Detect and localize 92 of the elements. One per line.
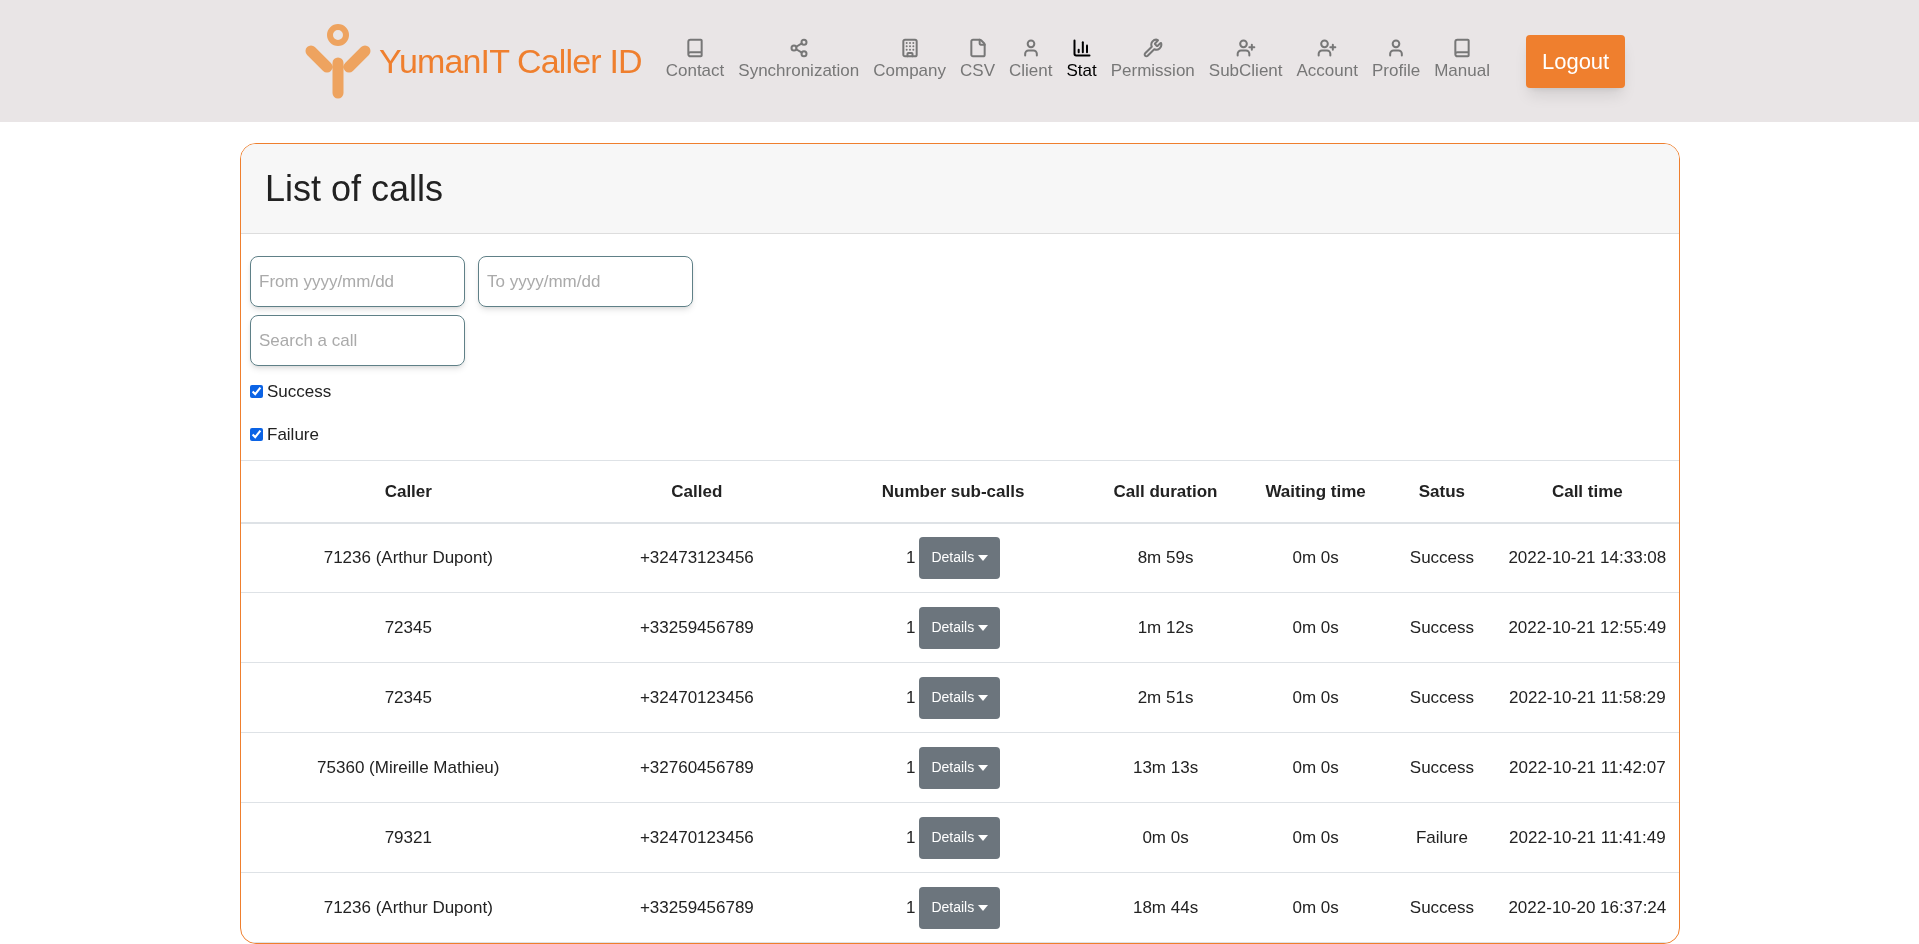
nav-link[interactable]: Synchronization xyxy=(738,38,860,84)
user-plus-icon xyxy=(1235,38,1256,59)
table-cell: Failure xyxy=(1388,802,1496,873)
table-cell: 0m 0s xyxy=(1243,802,1389,873)
table-cell: 75360 (Mireille Mathieu) xyxy=(241,732,576,803)
from-date-field[interactable]: From yyyy/mm/dd xyxy=(250,256,465,307)
details-button[interactable]: Details xyxy=(919,606,1001,649)
details-button[interactable]: Details xyxy=(919,676,1001,719)
table-cell: 2022-10-21 11:42:07 xyxy=(1495,732,1679,803)
subcall-count: 1 xyxy=(905,686,916,709)
nav-link[interactable]: Profile xyxy=(1371,38,1421,84)
book-icon xyxy=(685,38,705,59)
details-button[interactable]: Details xyxy=(919,746,1001,789)
user-plus-icon xyxy=(1317,38,1338,59)
column-header: Satus xyxy=(1388,460,1496,523)
table-cell: 0m 0s xyxy=(1243,522,1389,593)
table-cell: 8m 59s xyxy=(1088,522,1244,593)
table-cell: +32470123456 xyxy=(575,802,819,873)
table-cell: 0m 0s xyxy=(1243,662,1389,733)
column-header: Number sub-calls xyxy=(818,460,1089,523)
table-cell: Success xyxy=(1388,872,1496,943)
column-header: Waiting time xyxy=(1243,460,1389,523)
nav-link[interactable]: Contact xyxy=(665,38,725,84)
subcall-count: 1 xyxy=(905,616,916,639)
caret-icon xyxy=(978,554,989,561)
file-icon xyxy=(967,38,988,59)
bar-chart-icon xyxy=(1071,38,1092,59)
table-cell: 0m 0s xyxy=(1243,732,1389,803)
table-cell: Success xyxy=(1388,732,1496,803)
table-cell: 18m 44s xyxy=(1088,872,1244,943)
table-cell: Success xyxy=(1388,662,1496,733)
table-cell: 2022-10-20 16:37:24 xyxy=(1495,872,1679,943)
details-button[interactable]: Details xyxy=(919,536,1001,579)
to-date-field[interactable]: To yyyy/mm/dd xyxy=(478,256,693,307)
table-cell: 13m 13s xyxy=(1088,732,1244,803)
table-cell: 0m 0s xyxy=(1088,802,1244,873)
table-cell: Success xyxy=(1388,522,1496,593)
wrench-icon xyxy=(1142,38,1163,59)
subcall-count: 1 xyxy=(905,547,916,569)
table-cell: 72345 xyxy=(241,592,576,663)
search-field[interactable]: Search a call xyxy=(250,315,465,366)
table-cell: 2022-10-21 14:33:08 xyxy=(1495,522,1679,593)
caret-icon xyxy=(978,694,989,701)
details-button[interactable]: Details xyxy=(919,886,1001,929)
table-cell: +33259456789 xyxy=(575,592,819,663)
caret-icon xyxy=(978,834,989,841)
table-cell: 71236 (Arthur Dupont) xyxy=(241,522,576,593)
checkbox-label: Failure xyxy=(267,423,319,446)
table-cell: 71236 (Arthur Dupont) xyxy=(241,872,576,943)
nav-link[interactable]: CSV xyxy=(960,38,995,84)
table-cell: 2m 51s xyxy=(1088,662,1244,733)
logo-icon xyxy=(305,23,371,99)
table-cell: 79321 xyxy=(241,802,576,873)
filter-checkbox[interactable] xyxy=(250,385,263,398)
subcall-count: 1 xyxy=(905,826,916,849)
nav-link[interactable]: Account xyxy=(1296,38,1358,84)
book-icon xyxy=(1452,38,1473,59)
nav-link[interactable]: SubClient xyxy=(1208,38,1283,84)
share-icon xyxy=(788,38,809,59)
caret-icon xyxy=(978,904,989,911)
details-button[interactable]: Details xyxy=(919,816,1001,859)
table-cell: +33259456789 xyxy=(575,872,819,943)
table-cell: +32473123456 xyxy=(575,522,819,593)
nav-link[interactable]: Stat xyxy=(1066,38,1097,84)
table-cell: 0m 0s xyxy=(1243,872,1389,943)
logout-button[interactable]: Logout xyxy=(1525,34,1626,88)
caret-icon xyxy=(978,764,989,771)
subcall-count: 1 xyxy=(905,756,916,779)
nav-link[interactable]: Manual xyxy=(1434,38,1490,84)
card-title: List of calls xyxy=(265,166,444,211)
column-header: Caller xyxy=(241,460,576,523)
column-header: Call time xyxy=(1495,460,1679,523)
caret-icon xyxy=(978,624,989,631)
table-cell: 0m 0s xyxy=(1243,592,1389,663)
nav-link[interactable]: Permission xyxy=(1110,38,1195,84)
filter-checkbox[interactable] xyxy=(250,428,263,441)
checkbox-label: Success xyxy=(267,380,332,403)
nav-link[interactable]: Company xyxy=(873,38,947,84)
table-cell: 1m 12s xyxy=(1088,592,1244,663)
brand-name: YumanIT Caller ID xyxy=(379,40,642,82)
table-cell: 72345 xyxy=(241,662,576,733)
table-cell: Success xyxy=(1388,592,1496,663)
table-cell: 2022-10-21 11:58:29 xyxy=(1495,662,1679,733)
table-cell: 2022-10-21 12:55:49 xyxy=(1495,592,1679,663)
building-icon xyxy=(899,38,920,59)
column-header: Called xyxy=(575,460,819,523)
table-cell: +32470123456 xyxy=(575,662,819,733)
nav-link[interactable]: Client xyxy=(1009,38,1053,84)
table-cell: +32760456789 xyxy=(575,732,819,803)
column-header: Call duration xyxy=(1088,460,1244,523)
table-cell: 2022-10-21 11:41:49 xyxy=(1495,802,1679,873)
subcall-count: 1 xyxy=(905,896,916,919)
